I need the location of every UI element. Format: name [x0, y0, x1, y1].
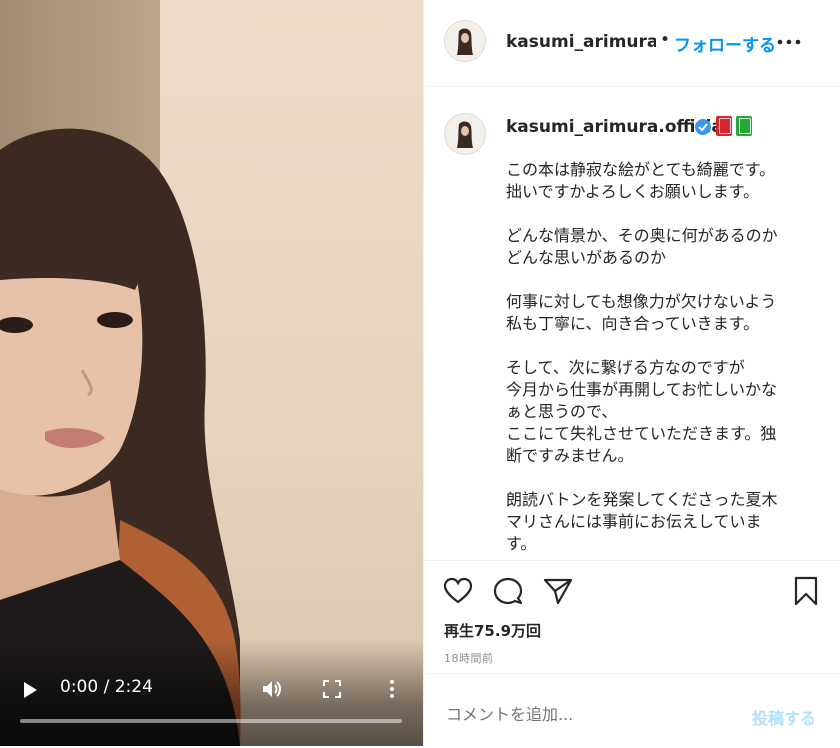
comment-bar: 投稿する: [424, 673, 840, 748]
avatar-image: [445, 21, 485, 61]
share-icon[interactable]: [542, 575, 574, 607]
play-icon[interactable]: [20, 680, 40, 700]
video-more-options-icon[interactable]: [383, 678, 401, 700]
comment-icon[interactable]: [492, 575, 524, 607]
bookmark-icon[interactable]: [790, 575, 822, 607]
green-book-emoji: [736, 116, 752, 136]
avatar-image: [445, 114, 485, 154]
post-actions: 再生75.9万回 18時間前 投稿する: [424, 560, 840, 747]
video-controls: 0:00 / 2:24: [0, 640, 423, 746]
avatar[interactable]: [444, 20, 486, 62]
heart-icon[interactable]: [442, 575, 474, 607]
caption-avatar[interactable]: [444, 113, 486, 155]
post-header: kasumi_arimura.official • フォローする: [424, 0, 840, 87]
volume-icon[interactable]: [261, 678, 283, 700]
red-book-emoji: [716, 116, 732, 136]
view-count: 再生75.9万回: [444, 622, 542, 640]
video-frame-portrait: [0, 128, 241, 746]
post-caption: kasumi_arimura.official この本は静寂な絵がとても綺麗です…: [424, 87, 840, 559]
video-progress-bar[interactable]: [20, 719, 402, 723]
more-options-icon[interactable]: [774, 34, 804, 50]
video-player[interactable]: 0:00 / 2:24: [0, 0, 423, 746]
follow-button[interactable]: フォローする: [674, 31, 776, 56]
post-sidebar: kasumi_arimura.official • フォローする kasumi_…: [423, 0, 840, 746]
fullscreen-icon[interactable]: [322, 679, 342, 699]
header-username[interactable]: kasumi_arimura.official: [506, 32, 656, 52]
comment-input[interactable]: [444, 704, 698, 725]
post-timestamp[interactable]: 18時間前: [444, 650, 494, 666]
video-time: 0:00 / 2:24: [60, 677, 153, 697]
caption-text: この本は静寂な絵がとても綺麗です。 拙いですかよろしくお願いします。 どんな情景…: [506, 160, 778, 553]
post-comment-button[interactable]: 投稿する: [752, 705, 816, 729]
header-separator: •: [660, 30, 671, 50]
verified-badge-icon: [695, 119, 711, 135]
